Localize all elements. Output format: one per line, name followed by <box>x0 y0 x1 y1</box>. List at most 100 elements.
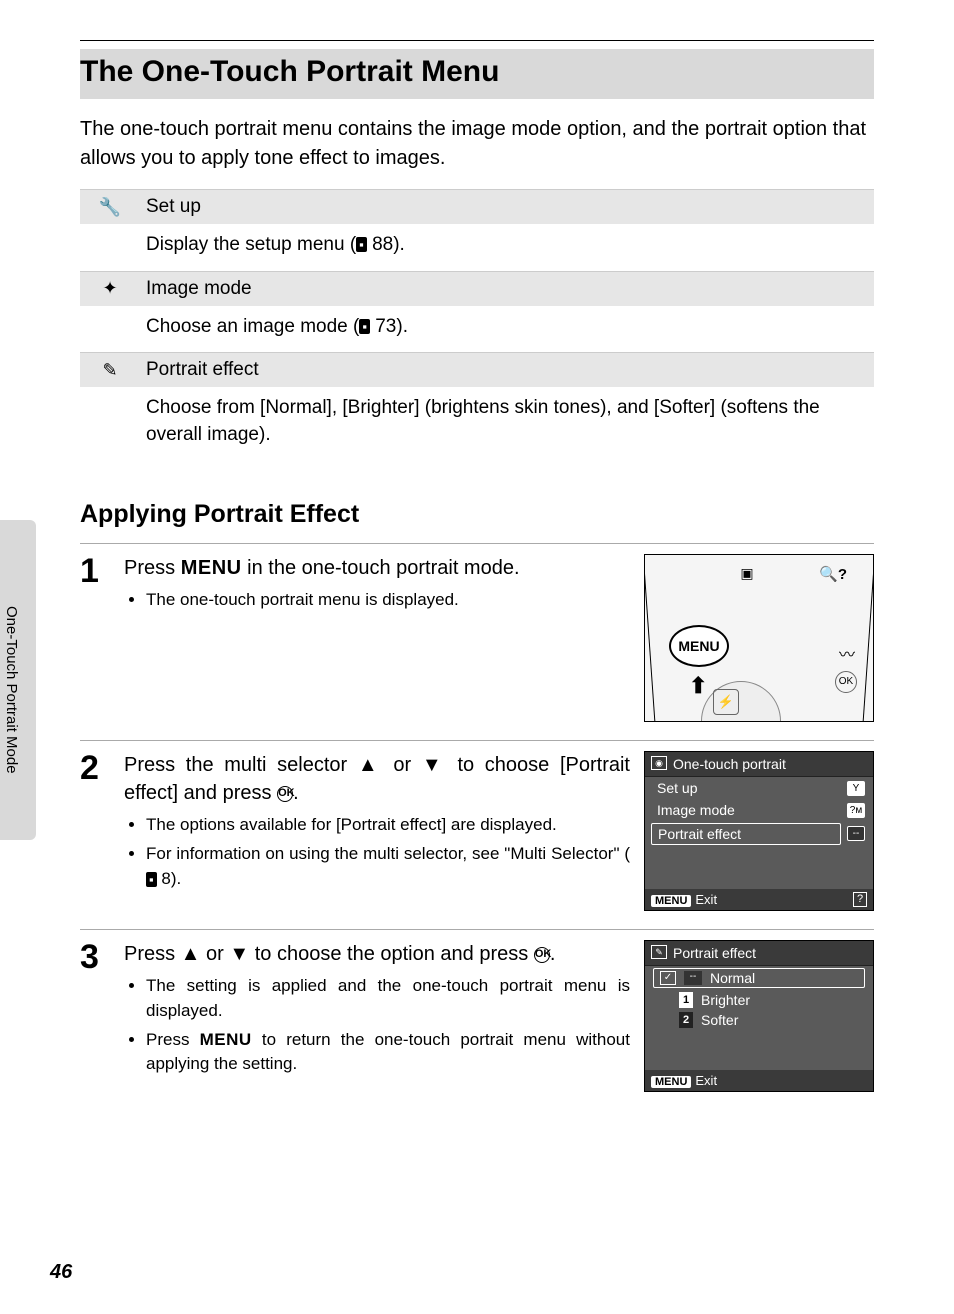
camera-menu-button: MENU <box>669 625 729 667</box>
step-3: 3 Press ▲ or ▼ to choose the option and … <box>80 929 874 1110</box>
lcd1-row-portrait-label: Portrait effect <box>658 826 741 842</box>
section-subtitle: Applying Portrait Effect <box>80 500 874 529</box>
step-2: 2 Press the multi selector ▲ or ▼ to cho… <box>80 740 874 929</box>
ok-icon: OK <box>534 947 550 963</box>
imagemode-desc-post: ). <box>396 316 408 337</box>
setup-desc-pre: Display the setup menu ( <box>146 234 356 255</box>
setup-ref: 88 <box>372 234 393 255</box>
lcd2-title-bar: ✎ Portrait effect <box>645 941 873 966</box>
size-icon: ?м <box>847 803 865 818</box>
lcd2-row-normal-selected: ✓ -- Normal <box>653 968 865 988</box>
s2-text: Press the multi selector ▲ or ▼ to choos… <box>124 754 630 804</box>
s2-b2-text: For information on using the multi selec… <box>146 844 630 863</box>
portrait-effect-icon: ✎ <box>90 360 130 381</box>
lcd-screen-options: ✎ Portrait effect ✓ -- Normal 1 Brighter… <box>644 940 874 1092</box>
step-1-number: 1 <box>80 554 124 722</box>
page-title: The One-Touch Portrait Menu <box>80 49 874 99</box>
zoom-help-icon: 🔍? <box>819 565 847 583</box>
menu-button-label: MENU <box>651 895 691 907</box>
step-2-main: Press the multi selector ▲ or ▼ to choos… <box>124 751 630 807</box>
menu-button-label: MENU <box>651 1076 691 1088</box>
option-portrait-label: Portrait effect <box>130 359 259 381</box>
wrench-icon: 🔧 <box>90 197 130 218</box>
page-ref-icon: ▪ <box>359 319 370 334</box>
checkmark-icon: ✓ <box>660 971 676 985</box>
step-2-bullet-2: For information on using the multi selec… <box>146 842 630 891</box>
s3-end: . <box>550 943 556 965</box>
option-portrait-head: ✎ Portrait effect <box>80 352 874 387</box>
option-1-icon: 1 <box>679 992 693 1008</box>
step-1-main: Press MENU in the one-touch portrait mod… <box>124 554 630 582</box>
imagemode-ref: 73 <box>375 316 396 337</box>
option-setup-body: Display the setup menu (▪ 88). <box>80 224 874 271</box>
step-3-main: Press ▲ or ▼ to choose the option and pr… <box>124 940 630 968</box>
option-table: 🔧 Set up Display the setup menu (▪ 88). … <box>80 189 874 460</box>
wave-icon: 〰 <box>839 641 855 665</box>
lcd1-title: One-touch portrait <box>673 756 786 772</box>
lcd1-title-bar: ◉ One-touch portrait <box>645 752 873 777</box>
option-imagemode-body: Choose an image mode (▪ 73). <box>80 306 874 353</box>
camera-illustration: ▣ 🔍? MENU ⬆ ⚡ 〰 OK <box>644 554 874 722</box>
option-imagemode-label: Image mode <box>130 278 252 300</box>
step-1-body: Press MENU in the one-touch portrait mod… <box>124 554 644 722</box>
s1-text-b: in the one-touch portrait mode. <box>242 557 520 579</box>
ok-button-icon: OK <box>835 671 857 693</box>
lcd2-title: Portrait effect <box>673 945 756 961</box>
s2-b2-ref: 8 <box>161 869 170 888</box>
menu-label-inline: MENU <box>200 1030 252 1049</box>
dash-icon: -- <box>684 971 702 985</box>
lcd1-footer: MENU Exit ? <box>645 889 873 910</box>
help-icon: ? <box>853 892 867 907</box>
option-setup-label: Set up <box>130 196 201 218</box>
wrench-icon: Y <box>847 781 865 796</box>
image-mode-icon: ✦ <box>90 278 130 299</box>
imagemode-desc-pre: Choose an image mode ( <box>146 316 359 337</box>
page-ref-icon: ▪ <box>146 872 157 887</box>
page-content: The One-Touch Portrait Menu The one-touc… <box>0 0 954 1150</box>
option-imagemode-head: ✦ Image mode <box>80 271 874 306</box>
option-setup-head: 🔧 Set up <box>80 189 874 224</box>
lcd2-row-normal-label: Normal <box>710 970 755 986</box>
option-portrait-body: Choose from [Normal], [Brighter] (bright… <box>80 387 874 460</box>
lcd1-exit: Exit <box>695 892 717 907</box>
step-3-bullet-2: Press MENU to return the one-touch portr… <box>146 1028 630 1077</box>
lcd2-exit: Exit <box>695 1073 717 1088</box>
lcd1-row-imagemode: Image mode ?м <box>645 799 873 821</box>
arrow-up-icon: ⬆ <box>689 673 707 699</box>
lcd2-footer: MENU Exit <box>645 1070 873 1091</box>
step-3-body: Press ▲ or ▼ to choose the option and pr… <box>124 940 644 1092</box>
intro-paragraph: The one-touch portrait menu contains the… <box>80 115 874 173</box>
portrait-effect-icon: ✎ <box>651 945 667 959</box>
s1-text-a: Press <box>124 557 181 579</box>
step-3-number: 3 <box>80 940 124 1092</box>
step-3-figure: ✎ Portrait effect ✓ -- Normal 1 Brighter… <box>644 940 874 1092</box>
step-1: 1 Press MENU in the one-touch portrait m… <box>80 543 874 740</box>
lcd2-row-brighter-label: Brighter <box>701 992 750 1008</box>
top-rule <box>80 40 874 41</box>
step-2-bullet-1: The options available for [Portrait effe… <box>146 813 630 838</box>
page-number: 46 <box>50 1261 72 1284</box>
portrait-mode-icon: ◉ <box>651 756 667 770</box>
flash-icon: ⚡ <box>713 689 739 715</box>
step-1-bullet-1: The one-touch portrait menu is displayed… <box>146 588 630 613</box>
lcd2-row-softer-label: Softer <box>701 1012 738 1028</box>
lcd2-row-softer: 2 Softer <box>645 1010 873 1030</box>
step-2-body: Press the multi selector ▲ or ▼ to choos… <box>124 751 644 911</box>
lcd2-row-brighter: 1 Brighter <box>645 990 873 1010</box>
setup-desc-post: ). <box>393 234 405 255</box>
step-2-number: 2 <box>80 751 124 911</box>
s3-b2-pre: Press <box>146 1030 200 1049</box>
dash-icon: -- <box>847 826 865 841</box>
lcd-screen-menu: ◉ One-touch portrait Set up Y Image mode… <box>644 751 874 911</box>
lcd1-row-setup: Set up Y <box>645 777 873 799</box>
menu-label-inline: MENU <box>181 557 242 579</box>
s2-end: . <box>293 782 299 804</box>
lcd1-row-setup-label: Set up <box>657 780 697 796</box>
step-3-bullet-1: The setting is applied and the one-touch… <box>146 974 630 1023</box>
s2-b2-end: ). <box>171 869 181 888</box>
step-1-figure: ▣ 🔍? MENU ⬆ ⚡ 〰 OK <box>644 554 874 722</box>
ok-icon: OK <box>277 786 293 802</box>
lcd1-row-imagemode-label: Image mode <box>657 802 735 818</box>
page-ref-icon: ▪ <box>356 237 367 252</box>
s3-text: Press ▲ or ▼ to choose the option and pr… <box>124 943 534 965</box>
